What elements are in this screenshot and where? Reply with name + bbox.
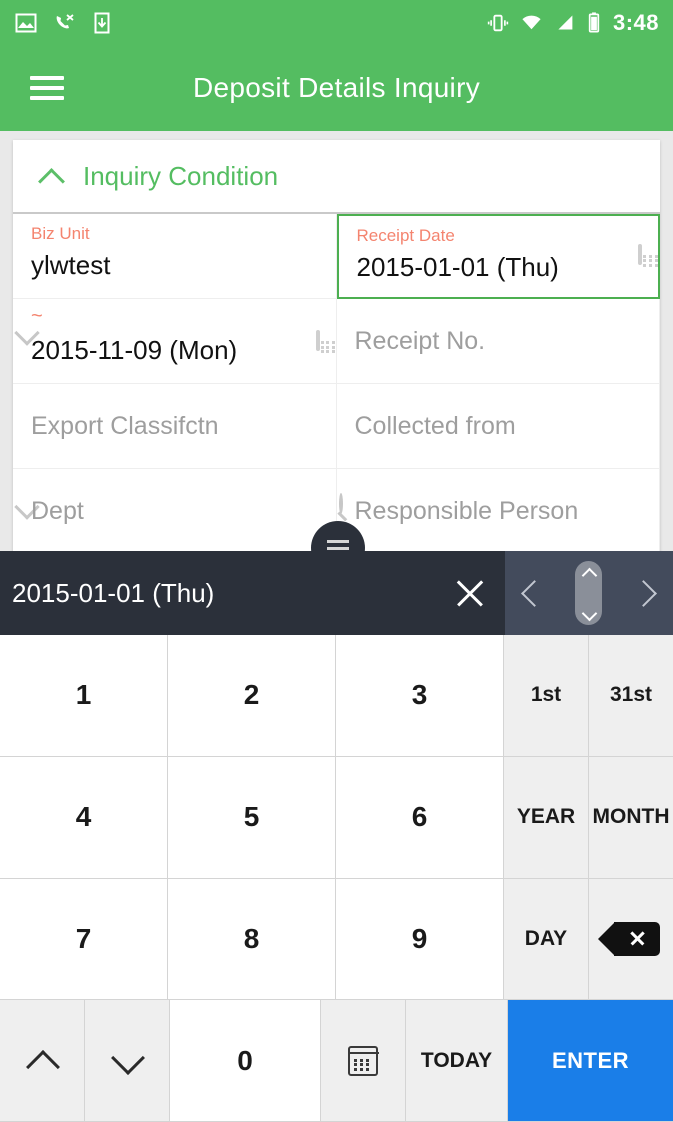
key-1st[interactable]: 1st <box>504 635 588 756</box>
field-placeholder: Dept <box>31 497 84 525</box>
chevron-up-icon[interactable] <box>39 163 65 189</box>
inquiry-condition-card: Inquiry Condition Biz Unit ylwtest Recei… <box>13 140 660 555</box>
image-icon <box>15 13 37 32</box>
key-9[interactable]: 9 <box>336 878 503 1000</box>
field-placeholder: Responsible Person <box>354 497 579 525</box>
keypad-row: 0 TODAY ENTER <box>0 1000 673 1122</box>
page-title: Deposit Details Inquiry <box>192 72 481 103</box>
key-calendar[interactable] <box>321 1000 405 1121</box>
app-bar: Deposit Details Inquiry <box>0 45 673 131</box>
field-biz-unit[interactable]: Biz Unit ylwtest <box>13 214 337 299</box>
key-6[interactable]: 6 <box>336 756 503 878</box>
field-placeholder: Receipt No. <box>354 327 486 355</box>
field-receipt-date[interactable]: Receipt Date 2015-01-01 (Thu) <box>336 214 660 299</box>
field-export-classifctn[interactable]: Export Classifctn <box>13 384 337 469</box>
field-dept[interactable]: Dept <box>13 469 337 554</box>
vibrate-icon <box>487 14 509 31</box>
key-day[interactable]: DAY <box>504 878 588 1000</box>
key-enter[interactable]: ENTER <box>508 1000 673 1121</box>
drag-handle-icon[interactable] <box>575 561 603 625</box>
keypad-row: 4 5 6 YEAR MONTH <box>0 756 673 879</box>
field-receipt-no[interactable]: Receipt No. <box>336 299 660 384</box>
keyboard-nav-panel <box>505 551 673 635</box>
hamburger-menu-icon[interactable] <box>16 76 78 100</box>
key-3[interactable]: 3 <box>336 635 503 756</box>
keypad-row: 1 2 3 1st 31st <box>0 635 673 757</box>
keyboard-date-value: 2015-01-01 (Thu) <box>12 577 215 608</box>
key-arrow-up[interactable] <box>0 1000 84 1121</box>
field-receipt-date-end[interactable]: ~ 2015-11-09 (Mon) <box>13 299 337 384</box>
close-icon[interactable] <box>435 551 505 635</box>
keypad-row: 7 8 9 DAY <box>0 878 673 1001</box>
keyboard-header: 2015-01-01 (Thu) <box>0 551 673 635</box>
key-1[interactable]: 1 <box>0 635 167 756</box>
key-month[interactable]: MONTH <box>589 756 673 878</box>
status-bar: 3:48 <box>0 0 673 45</box>
field-label: Receipt Date <box>356 226 455 245</box>
field-placeholder: Collected from <box>354 412 516 440</box>
battery-icon <box>588 12 600 33</box>
keypad: 1 2 3 1st 31st 4 5 6 YEAR MONTH 7 8 9 DA… <box>0 635 673 1122</box>
calendar-icon <box>347 1045 379 1076</box>
calendar-icon[interactable] <box>638 243 658 267</box>
chevron-right-icon[interactable] <box>632 580 658 606</box>
chevron-down-icon <box>108 1049 146 1073</box>
field-collected-from[interactable]: Collected from <box>336 384 660 514</box>
status-time: 3:48 <box>612 9 659 35</box>
key-today[interactable]: TODAY <box>406 1000 507 1121</box>
calendar-icon[interactable] <box>315 330 336 353</box>
field-label: Biz Unit <box>31 224 90 243</box>
field-value: ylwtest <box>31 250 111 280</box>
cellular-signal-icon <box>558 15 573 30</box>
key-0[interactable]: 0 <box>170 1000 320 1121</box>
key-backspace[interactable] <box>589 878 673 1000</box>
field-responsible-person[interactable]: Responsible Person <box>336 469 660 554</box>
section-title: Inquiry Condition <box>83 160 279 191</box>
keyboard-header-main: 2015-01-01 (Thu) <box>0 551 505 635</box>
field-label: ~ <box>31 305 43 327</box>
key-31st[interactable]: 31st <box>589 635 673 756</box>
phone-download-icon <box>94 12 110 33</box>
wifi-icon <box>522 15 541 30</box>
key-2[interactable]: 2 <box>168 635 335 756</box>
key-8[interactable]: 8 <box>168 878 335 1000</box>
key-4[interactable]: 4 <box>0 756 167 878</box>
inquiry-form-grid: Biz Unit ylwtest Receipt Date 2015-01-01… <box>13 214 660 554</box>
date-picker-keyboard: 2015-01-01 (Thu) 1 2 3 1st 31st 4 5 6 YE… <box>0 551 673 1122</box>
chevron-up-icon <box>23 1049 61 1073</box>
status-left-icons <box>14 11 114 35</box>
status-right-icons: 3:48 <box>487 10 659 36</box>
inquiry-condition-header[interactable]: Inquiry Condition <box>13 140 660 214</box>
backspace-icon <box>598 921 660 956</box>
field-value: 2015-11-09 (Mon) <box>31 335 238 365</box>
field-placeholder: Export Classifctn <box>31 412 219 440</box>
key-year[interactable]: YEAR <box>504 756 588 878</box>
key-5[interactable]: 5 <box>168 756 335 878</box>
field-value: 2015-01-01 (Thu) <box>356 252 559 282</box>
key-7[interactable]: 7 <box>0 878 167 1000</box>
missed-call-icon <box>56 13 74 28</box>
key-arrow-down[interactable] <box>85 1000 169 1121</box>
chevron-left-icon[interactable] <box>520 580 546 606</box>
